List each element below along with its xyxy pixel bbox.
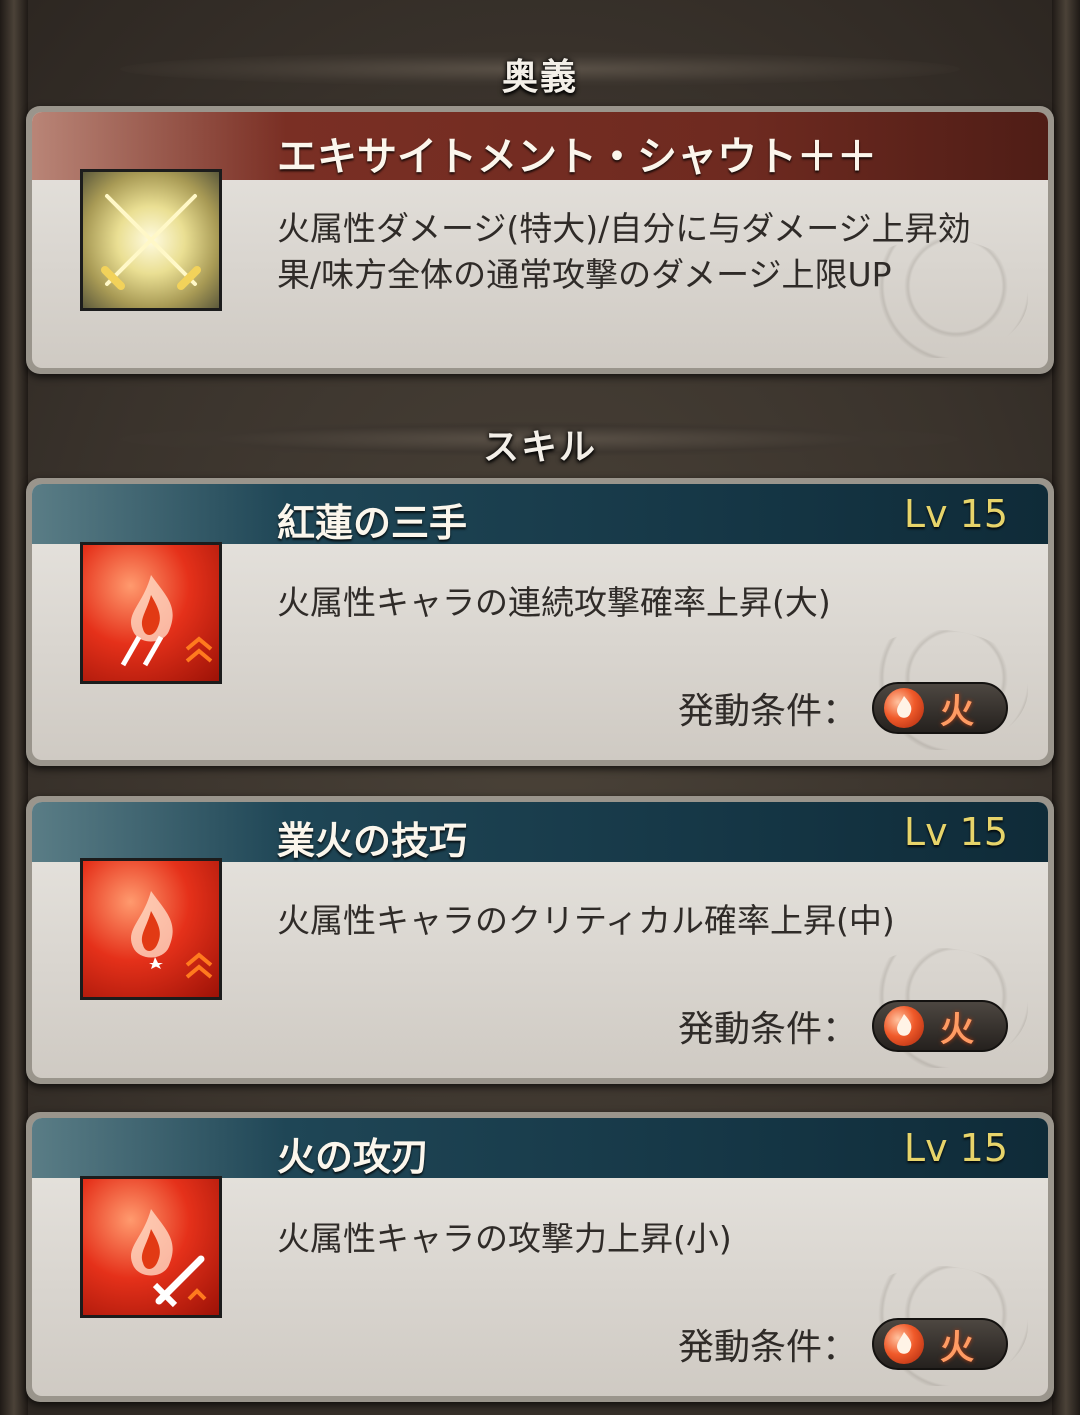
- skill-card-body: 火の攻刃 Lv 15 火属性キャラの攻撃力上昇(小) 発動条件： 火: [32, 1118, 1048, 1396]
- skill-name: 業火の技巧: [277, 819, 468, 863]
- skill-card-body: 紅蓮の三手 Lv 15 火属性キャラの連続攻撃確率上昇(大) 発動条件： 火: [32, 484, 1048, 760]
- skill-description: 火属性キャラの連続攻撃確率上昇(大): [277, 583, 831, 622]
- activation-condition: 発動条件： 火: [678, 1316, 1008, 1372]
- ougi-card-body: エキサイトメント・シャウト＋＋ 火属性ダメージ(特大)/自分に与ダメージ上昇効果…: [32, 112, 1048, 368]
- element-label: 火: [940, 691, 974, 732]
- fire-attack-icon: [80, 1176, 222, 1318]
- right-frame-rail: [1052, 0, 1080, 1415]
- condition-label: 発動条件：: [677, 1009, 858, 1050]
- skill-name-band: [32, 802, 1048, 862]
- fire-critical-icon: [80, 858, 222, 1000]
- fire-orb-icon: [884, 688, 924, 728]
- fire-orb-icon: [884, 1324, 924, 1364]
- ougi-card[interactable]: エキサイトメント・シャウト＋＋ 火属性ダメージ(特大)/自分に与ダメージ上昇効果…: [26, 106, 1054, 374]
- activation-condition: 発動条件： 火: [678, 998, 1008, 1054]
- crossed-swords-icon: [80, 169, 222, 311]
- skill-card[interactable]: 業火の技巧 Lv 15 火属性キャラのクリティカル確率上昇(中) 発動条件： 火: [26, 796, 1054, 1084]
- fire-orb-icon: [884, 1006, 924, 1046]
- skill-section-header: スキル: [120, 414, 960, 468]
- left-frame-rail: [0, 0, 28, 1415]
- fire-multiattack-icon: [80, 542, 222, 684]
- skill-card-body: 業火の技巧 Lv 15 火属性キャラのクリティカル確率上昇(中) 発動条件： 火: [32, 802, 1048, 1078]
- activation-condition: 発動条件： 火: [678, 680, 1008, 736]
- skill-card[interactable]: 紅蓮の三手 Lv 15 火属性キャラの連続攻撃確率上昇(大) 発動条件： 火: [26, 478, 1054, 766]
- ougi-name: エキサイトメント・シャウト＋＋: [277, 134, 877, 180]
- skill-description: 火属性キャラの攻撃力上昇(小): [277, 1219, 732, 1258]
- skill-level: Lv 15: [903, 1126, 1008, 1170]
- skill-name-band: [32, 484, 1048, 544]
- skill-level: Lv 15: [903, 810, 1008, 854]
- skill-name: 紅蓮の三手: [277, 501, 468, 545]
- element-label: 火: [940, 1009, 974, 1050]
- skill-name-band: [32, 1118, 1048, 1178]
- ougi-description: 火属性ダメージ(特大)/自分に与ダメージ上昇効果/味方全体の通常攻撃のダメージ上…: [277, 209, 971, 294]
- fire-element-badge: 火: [872, 682, 1008, 734]
- skill-level: Lv 15: [903, 492, 1008, 536]
- ougi-section-header: 奥義: [120, 44, 960, 98]
- condition-label: 発動条件：: [677, 691, 858, 732]
- skill-section-title: スキル: [482, 427, 597, 468]
- element-label: 火: [940, 1327, 974, 1368]
- skill-name: 火の攻刃: [277, 1135, 430, 1179]
- ougi-section-title: 奥義: [501, 57, 578, 98]
- skill-card[interactable]: 火の攻刃 Lv 15 火属性キャラの攻撃力上昇(小) 発動条件： 火: [26, 1112, 1054, 1402]
- fire-element-badge: 火: [872, 1318, 1008, 1370]
- skill-description: 火属性キャラのクリティカル確率上昇(中): [277, 901, 895, 940]
- fire-element-badge: 火: [872, 1000, 1008, 1052]
- condition-label: 発動条件：: [677, 1327, 858, 1368]
